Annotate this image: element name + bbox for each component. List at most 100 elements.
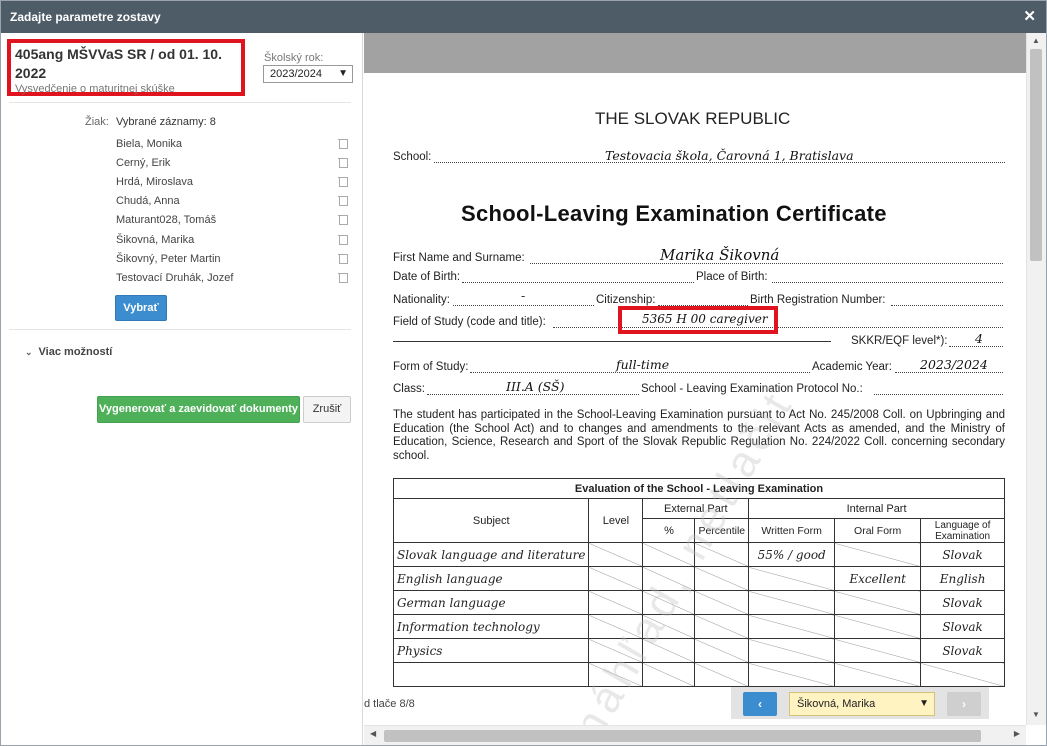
student-switcher-value: Šikovná, Marika [797, 698, 876, 710]
select-students-button[interactable]: Vybrať [115, 295, 167, 321]
horizontal-scrollbar[interactable]: ◀ ▶ [364, 725, 1026, 745]
name-value: Marika Šikovná [660, 246, 780, 264]
dotted-line [772, 271, 1003, 283]
more-options-toggle[interactable]: ⌄ Viac možností [25, 346, 112, 358]
table-row [392, 662, 1005, 687]
chevron-down-icon: ▼ [919, 698, 929, 709]
report-subtitle: Vysvedčenie o maturitnej skúške [15, 83, 175, 95]
oral-cell [834, 638, 922, 663]
scroll-right-icon[interactable]: ▶ [1014, 729, 1020, 738]
divider [9, 102, 351, 103]
dotted-line [658, 294, 748, 306]
school-year-select[interactable]: 2023/2024 ▼ [263, 65, 353, 83]
school-value: Testovacia škola, Čarovná 1, Bratislava [605, 148, 854, 163]
trash-icon[interactable] [338, 157, 348, 168]
dob-label: Date of Birth: [393, 271, 461, 283]
level-cell [588, 566, 644, 591]
form-of-study-value: full-time [616, 357, 670, 372]
student-item: Maturant028, Tomáš [116, 214, 217, 226]
oral-cell [834, 614, 922, 639]
student-label: Žiak: [85, 116, 109, 128]
language-cell: Slovak [920, 542, 1005, 567]
dialog-titlebar: Zadajte parametre zostavy ✕ [1, 1, 1046, 33]
language-cell: Slovak [920, 638, 1005, 663]
subject-cell: Information technology [392, 614, 590, 639]
scroll-thumb[interactable] [384, 730, 981, 742]
student-item: Biela, Monika [116, 138, 183, 150]
subject-cell: Physics [392, 638, 590, 663]
field-of-study-highlight [618, 306, 778, 334]
trash-icon[interactable] [338, 253, 348, 264]
next-button[interactable]: › [947, 692, 981, 716]
trash-icon[interactable] [338, 214, 348, 225]
scroll-down-icon[interactable]: ▼ [1032, 710, 1040, 719]
written-cell [748, 566, 836, 591]
dialog-title: Zadajte parametre zostavy [10, 10, 161, 24]
certificate-title: School-Leaving Examination Certificate [461, 201, 887, 226]
skkr-value: 4 [975, 331, 983, 346]
written-cell [748, 614, 836, 639]
oral-cell [834, 662, 922, 687]
academic-year-label: Academic Year: [812, 361, 892, 373]
name-label: First Name and Surname: [393, 252, 525, 264]
subject-cell: English language [392, 566, 590, 591]
cancel-button[interactable]: Zrušiť [303, 396, 351, 423]
scroll-up-icon[interactable]: ▲ [1032, 36, 1040, 45]
vertical-scrollbar[interactable]: ▲ ▼ [1026, 33, 1046, 725]
written-cell: 55% / good [748, 542, 836, 567]
school-label: School: [393, 151, 432, 163]
report-dialog: Zadajte parametre zostavy ✕ 405ang MŠVVa… [0, 0, 1047, 746]
citizenship-label: Citizenship: [596, 294, 656, 306]
language-cell: English [920, 566, 1005, 591]
subject-cell: Slovak language and literature [392, 542, 590, 567]
nationality-label: Nationality: [393, 294, 450, 306]
chevron-down-icon: ▼ [338, 68, 348, 79]
dotted-line [462, 271, 694, 283]
percentile-cell [694, 638, 750, 663]
level-header: Level [588, 498, 644, 543]
trash-icon[interactable] [338, 272, 348, 283]
percentile-cell [694, 614, 750, 639]
nationality-value: - [521, 288, 526, 303]
close-icon[interactable]: ✕ [1023, 1, 1036, 33]
written-cell [748, 590, 836, 615]
chevron-down-icon: ⌄ [25, 347, 33, 357]
scroll-left-icon[interactable]: ◀ [370, 729, 376, 738]
trash-icon[interactable] [338, 176, 348, 187]
level-cell [588, 542, 644, 567]
internal-header: Internal Part [748, 498, 1005, 519]
more-options-label: Viac možností [38, 346, 113, 358]
language-header: Language of Examination [920, 518, 1005, 543]
student-item: Cerný, Erik [116, 157, 171, 169]
student-item: Šikovná, Marika [116, 234, 195, 246]
previous-button[interactable]: ‹ [743, 692, 777, 716]
dotted-line [874, 383, 1003, 395]
skkr-label: SKKR/EQF level*): [851, 335, 948, 347]
trash-icon[interactable] [338, 138, 348, 149]
divider [9, 329, 351, 330]
report-header-highlight: 405ang MŠVVaS SR / od 01. 10. 2022 Vysve… [7, 39, 245, 96]
trash-icon[interactable] [338, 195, 348, 206]
table-row: Physics Slovak [392, 638, 1005, 663]
preview-toolbar-area [364, 33, 1026, 73]
dotted-line [891, 294, 1003, 306]
print-counter: d tlače 8/8 [364, 698, 415, 710]
chevron-right-icon: › [962, 697, 966, 711]
class-value: III.A (SŠ) [506, 379, 565, 394]
selected-count: Vybrané záznamy: 8 [116, 116, 216, 128]
table-row: Information technology Slovak [392, 614, 1005, 639]
trash-icon[interactable] [338, 234, 348, 245]
protocol-label: School - Leaving Examination Protocol No… [641, 383, 863, 395]
student-switcher-select[interactable]: Šikovná, Marika ▼ [789, 692, 935, 716]
generate-button[interactable]: Vygenerovať a zaevidovať dokumenty [97, 396, 300, 423]
table-row: German language Slovak [392, 590, 1005, 615]
written-cell [748, 662, 836, 687]
scroll-thumb[interactable] [1030, 49, 1042, 261]
document-preview: THE SLOVAK REPUBLIC School: Testovacia š… [364, 33, 1026, 725]
written-cell [748, 638, 836, 663]
school-year-value: 2023/2024 [270, 68, 322, 80]
language-cell [920, 662, 1005, 687]
field-of-study-label: Field of Study (code and title): [393, 316, 546, 328]
chevron-left-icon: ‹ [758, 697, 762, 711]
oral-cell [834, 542, 922, 567]
